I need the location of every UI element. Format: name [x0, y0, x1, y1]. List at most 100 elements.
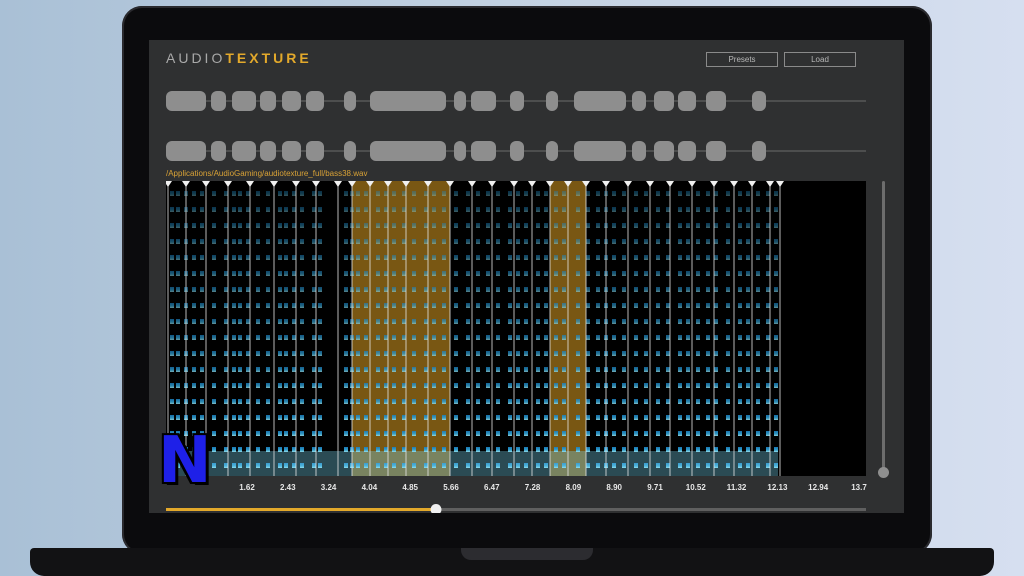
spectrogram-cell — [774, 191, 778, 196]
spectrogram-cell — [516, 255, 520, 260]
segment-marker-handle-icon[interactable] — [488, 181, 496, 187]
waveform-overview-2[interactable] — [166, 136, 866, 166]
spectrogram-cell — [376, 383, 380, 388]
spectrogram-cell — [612, 303, 616, 308]
segment-marker-handle-icon[interactable] — [510, 181, 518, 187]
segment-marker-handle-icon[interactable] — [528, 181, 536, 187]
spectrogram-cell — [170, 399, 174, 404]
spectrogram-cell — [312, 303, 316, 308]
spectrogram-cell — [454, 431, 458, 436]
spectrogram-cell — [344, 303, 348, 308]
spectrogram-cell — [516, 239, 520, 244]
segment-marker-handle-icon[interactable] — [776, 181, 784, 187]
spectrogram-cell — [200, 383, 204, 388]
segment-marker-handle-icon[interactable] — [182, 181, 190, 187]
segment-marker-handle-icon[interactable] — [666, 181, 674, 187]
segment-marker-handle-icon[interactable] — [312, 181, 320, 187]
spectrogram-cell — [170, 383, 174, 388]
playback-handle-icon[interactable] — [430, 504, 441, 513]
waveform-overview-1[interactable] — [166, 86, 866, 116]
spectrogram-cell — [562, 191, 566, 196]
segment-marker-handle-icon[interactable] — [730, 181, 738, 187]
segment-marker-handle-icon[interactable] — [224, 181, 232, 187]
spectrogram-cell — [312, 431, 316, 436]
segment-marker-handle-icon[interactable] — [270, 181, 278, 187]
spectrogram-cell — [442, 351, 446, 356]
spectrogram-cell — [678, 239, 682, 244]
spectrogram-cell — [562, 415, 566, 420]
spectrogram-cell — [442, 319, 446, 324]
spectrogram-cell — [318, 351, 322, 356]
spectrogram-cell — [746, 223, 750, 228]
spectrogram-cell — [246, 207, 250, 212]
spectrogram-cell — [576, 399, 580, 404]
spectrogram-cell — [192, 287, 196, 292]
vertical-scrollbar[interactable] — [882, 181, 885, 471]
spectrogram-cell — [656, 191, 660, 196]
spectrogram-cell — [192, 383, 196, 388]
spectrogram-cell — [524, 303, 528, 308]
spectrogram-cell — [376, 319, 380, 324]
spectrogram-cell — [170, 207, 174, 212]
spectrogram-cell — [376, 399, 380, 404]
presets-button[interactable]: Presets — [706, 52, 778, 67]
spectrogram-cell — [176, 255, 180, 260]
spectrogram-cell — [774, 367, 778, 372]
segment-marker-handle-icon[interactable] — [468, 181, 476, 187]
spectrogram-cell — [278, 383, 282, 388]
spectrogram-cell — [554, 191, 558, 196]
segment-marker-handle-icon[interactable] — [292, 181, 300, 187]
spectrogram-cell — [678, 303, 682, 308]
spectrogram-cell — [402, 223, 406, 228]
spectrogram-cell — [644, 271, 648, 276]
spectrogram-cell — [176, 239, 180, 244]
spectrogram-cell — [256, 239, 260, 244]
spectrogram-cell — [392, 367, 396, 372]
spectrogram-cell — [756, 383, 760, 388]
circle-handle-icon[interactable] — [878, 467, 889, 478]
segment-marker-handle-icon[interactable] — [766, 181, 774, 187]
spectrogram-cell — [212, 367, 216, 372]
spectrogram-cell — [266, 351, 270, 356]
waveform-segment — [752, 91, 766, 111]
load-button[interactable]: Load — [784, 52, 856, 67]
spectrogram-cell — [656, 287, 660, 292]
spectrogram-cell — [432, 415, 436, 420]
spectrogram-cell — [376, 207, 380, 212]
spectrogram-cell — [266, 207, 270, 212]
spectrogram-cell — [686, 431, 690, 436]
waveform-segment — [454, 91, 466, 111]
spectrogram-cell — [774, 255, 778, 260]
spectrogram-cell — [714, 303, 718, 308]
spectrogram-cell — [176, 319, 180, 324]
spectrogram-cell — [454, 287, 458, 292]
spectrogram-cell — [634, 431, 638, 436]
spectrogram-cell — [508, 255, 512, 260]
spectrogram-cell — [644, 335, 648, 340]
spectrogram-cell — [318, 303, 322, 308]
spectrogram-cell — [476, 367, 480, 372]
time-tick-label: 13.7 — [851, 483, 867, 492]
segment-marker-handle-icon[interactable] — [646, 181, 654, 187]
segment-marker-handle-icon[interactable] — [602, 181, 610, 187]
spectrogram-cell — [496, 207, 500, 212]
spectrogram-cell — [278, 367, 282, 372]
segment-marker-handle-icon[interactable] — [166, 181, 172, 187]
spectrogram-cell — [622, 223, 626, 228]
segment-marker-handle-icon[interactable] — [748, 181, 756, 187]
spectrogram-view[interactable] — [166, 181, 866, 476]
segment-marker-handle-icon[interactable] — [202, 181, 210, 187]
segment-marker-handle-icon[interactable] — [246, 181, 254, 187]
segment-marker-handle-icon[interactable] — [688, 181, 696, 187]
spectrogram-cell — [466, 191, 470, 196]
spectrogram-cell — [466, 351, 470, 356]
segment-marker-handle-icon[interactable] — [334, 181, 342, 187]
spectrogram-cell — [544, 271, 548, 276]
spectrogram-cell — [576, 191, 580, 196]
spectrogram-cell — [246, 287, 250, 292]
spectrogram-cell — [756, 239, 760, 244]
spectrogram-cell — [284, 191, 288, 196]
segment-marker-handle-icon[interactable] — [624, 181, 632, 187]
time-tick-label: 1.62 — [239, 483, 255, 492]
segment-marker-handle-icon[interactable] — [710, 181, 718, 187]
